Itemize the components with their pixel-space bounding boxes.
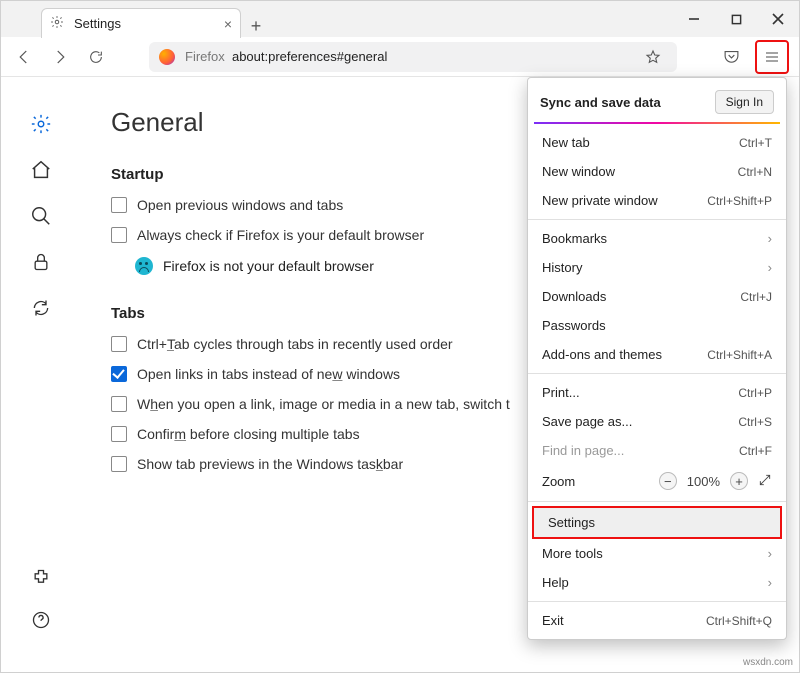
checkbox[interactable] (111, 197, 127, 213)
sidebar-help-icon[interactable] (29, 608, 53, 632)
browser-tab[interactable]: Settings × (41, 8, 241, 38)
settings-sidebar (1, 77, 81, 672)
sidebar-sync-icon[interactable] (29, 296, 53, 320)
hamburger-menu-button[interactable] (758, 43, 786, 71)
pocket-icon[interactable] (717, 43, 745, 71)
switch-label: When you open a link, image or media in … (137, 396, 510, 412)
menu-addons[interactable]: Add-ons and themesCtrl+Shift+A (528, 340, 786, 369)
titlebar: Settings × + (1, 1, 799, 37)
always-check-label: Always check if Firefox is your default … (137, 227, 424, 243)
menu-new-window[interactable]: New windowCtrl+N (528, 157, 786, 186)
new-tab-button[interactable]: + (241, 16, 271, 37)
menu-passwords[interactable]: Passwords (528, 311, 786, 340)
gear-icon (50, 15, 64, 32)
checkbox[interactable] (111, 396, 127, 412)
ctrl-tab-label: Ctrl+Tab cycles through tabs in recently… (137, 336, 453, 352)
close-window-button[interactable] (757, 5, 799, 33)
open-previous-label: Open previous windows and tabs (137, 197, 343, 213)
checkbox-checked[interactable] (111, 366, 127, 382)
chevron-right-icon: › (768, 260, 772, 275)
toolbar: Firefox about:preferences#general (1, 37, 799, 77)
previews-label: Show tab previews in the Windows taskbar (137, 456, 403, 472)
close-tab-icon[interactable]: × (224, 16, 232, 32)
chevron-right-icon: › (768, 546, 772, 561)
zoom-in-button[interactable]: + (730, 472, 748, 490)
menu-settings[interactable]: Settings (532, 506, 782, 539)
sidebar-privacy-icon[interactable] (29, 250, 53, 274)
sidebar-home-icon[interactable] (29, 158, 53, 182)
watermark: wsxdn.com (743, 657, 793, 668)
checkbox[interactable] (111, 227, 127, 243)
menu-history[interactable]: History› (528, 253, 786, 282)
open-links-label: Open links in tabs instead of new window… (137, 366, 400, 382)
sign-in-button[interactable]: Sign In (715, 90, 774, 114)
sad-face-icon (135, 257, 153, 275)
firefox-logo-icon (159, 49, 175, 65)
app-menu-panel: Sync and save data Sign In New tabCtrl+T… (527, 77, 787, 640)
minimize-button[interactable] (673, 5, 715, 33)
fullscreen-icon[interactable] (758, 473, 772, 490)
reload-button[interactable] (83, 44, 109, 70)
forward-button[interactable] (47, 44, 73, 70)
menu-downloads[interactable]: DownloadsCtrl+J (528, 282, 786, 311)
menu-new-tab[interactable]: New tabCtrl+T (528, 128, 786, 157)
checkbox[interactable] (111, 426, 127, 442)
menu-find[interactable]: Find in page...Ctrl+F (528, 436, 786, 465)
checkbox[interactable] (111, 456, 127, 472)
menu-zoom: Zoom − 100% + (528, 465, 786, 497)
zoom-value: 100% (687, 474, 720, 489)
sidebar-extensions-icon[interactable] (29, 566, 53, 590)
url-text: Firefox about:preferences#general (185, 49, 387, 64)
menu-print[interactable]: Print...Ctrl+P (528, 378, 786, 407)
menu-exit[interactable]: ExitCtrl+Shift+Q (528, 606, 786, 635)
sidebar-search-icon[interactable] (29, 204, 53, 228)
checkbox[interactable] (111, 336, 127, 352)
confirm-label: Confirm before closing multiple tabs (137, 426, 360, 442)
chevron-right-icon: › (768, 231, 772, 246)
menu-help[interactable]: Help› (528, 568, 786, 597)
chevron-right-icon: › (768, 575, 772, 590)
tab-title: Settings (74, 16, 214, 31)
back-button[interactable] (11, 44, 37, 70)
zoom-out-button[interactable]: − (659, 472, 677, 490)
url-bar[interactable]: Firefox about:preferences#general (149, 42, 677, 72)
gradient-divider (534, 122, 780, 124)
sync-heading: Sync and save data (540, 95, 661, 110)
menu-save[interactable]: Save page as...Ctrl+S (528, 407, 786, 436)
menu-bookmarks[interactable]: Bookmarks› (528, 224, 786, 253)
maximize-button[interactable] (715, 5, 757, 33)
menu-new-private[interactable]: New private windowCtrl+Shift+P (528, 186, 786, 215)
bookmark-star-icon[interactable] (639, 43, 667, 71)
app-menu-highlight (755, 40, 789, 74)
menu-more-tools[interactable]: More tools› (528, 539, 786, 568)
sidebar-general-icon[interactable] (29, 112, 53, 136)
